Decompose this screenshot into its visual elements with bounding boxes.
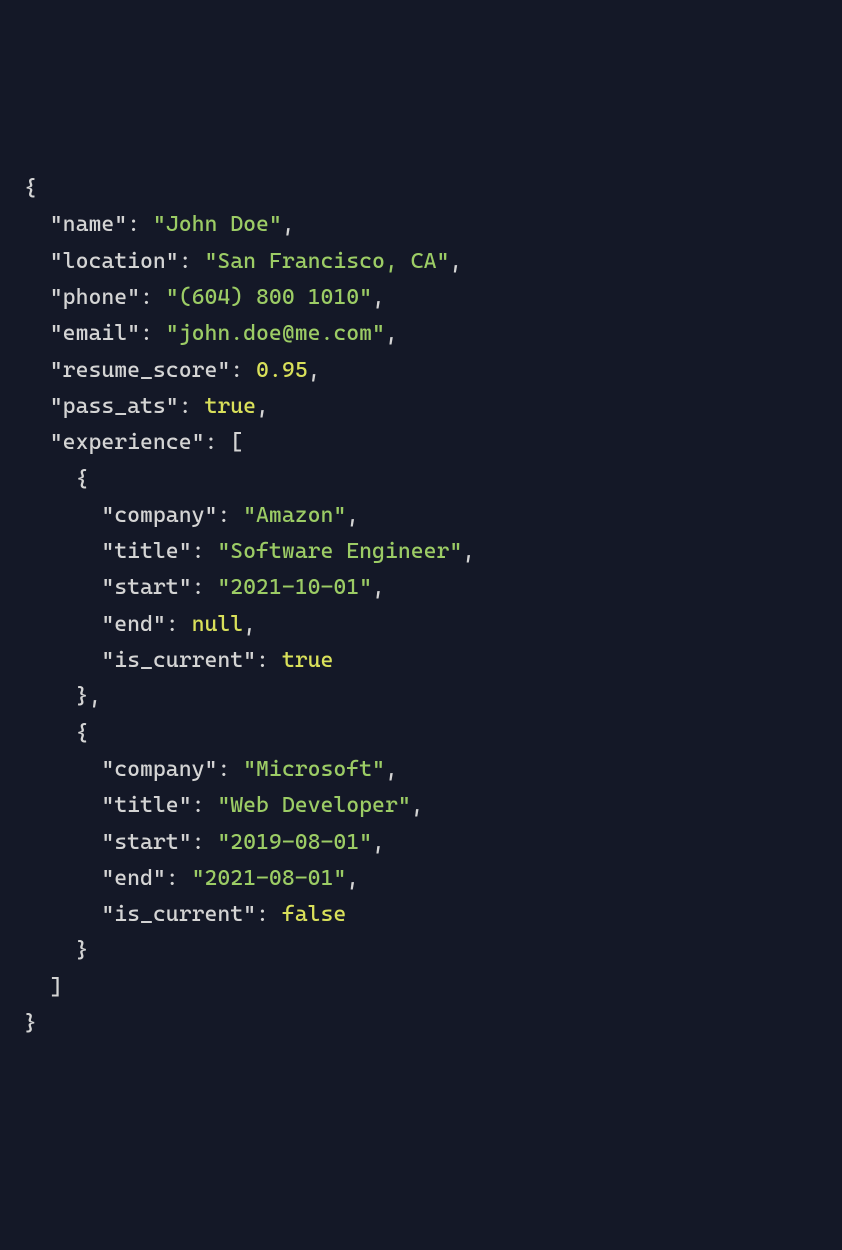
json-key-phone: "phone" [50, 285, 140, 310]
json-key-start: "start" [101, 830, 191, 855]
json-value-phone: "(604) 800 1010" [166, 285, 372, 310]
json-key-resume-score: "resume_score" [50, 358, 230, 383]
json-key-start: "start" [101, 575, 191, 600]
json-code-block: { "name": "John Doe", "location": "San F… [24, 171, 818, 1042]
json-value-start: "2019-08-01" [217, 830, 372, 855]
json-value-location: "San Francisco, CA" [204, 249, 449, 274]
json-value-company: "Amazon" [243, 503, 346, 528]
json-key-name: "name" [50, 212, 127, 237]
json-value-title: "Software Engineer" [217, 539, 462, 564]
json-value-end: null [192, 612, 244, 637]
json-key-title: "title" [101, 539, 191, 564]
json-key-experience: "experience" [50, 430, 205, 455]
json-key-title: "title" [101, 793, 191, 818]
json-key-pass-ats: "pass_ats" [50, 394, 179, 419]
json-value-resume-score: 0.95 [256, 358, 308, 383]
json-key-email: "email" [50, 321, 140, 346]
json-value-is-current: true [282, 648, 334, 673]
json-key-is-current: "is_current" [101, 648, 256, 673]
json-value-email: "john.doe@me.com" [166, 321, 385, 346]
json-value-start: "2021-10-01" [217, 575, 372, 600]
json-value-name: "John Doe" [153, 212, 282, 237]
json-value-end: "2021-08-01" [192, 866, 347, 891]
json-key-company: "company" [101, 757, 217, 782]
json-key-end: "end" [101, 612, 165, 637]
json-key-is-current: "is_current" [101, 902, 256, 927]
json-value-company: "Microsoft" [243, 757, 385, 782]
json-value-pass-ats: true [204, 394, 256, 419]
json-key-location: "location" [50, 249, 179, 274]
json-key-company: "company" [101, 503, 217, 528]
json-key-end: "end" [101, 866, 165, 891]
json-value-is-current: false [282, 902, 346, 927]
json-value-title: "Web Developer" [217, 793, 410, 818]
